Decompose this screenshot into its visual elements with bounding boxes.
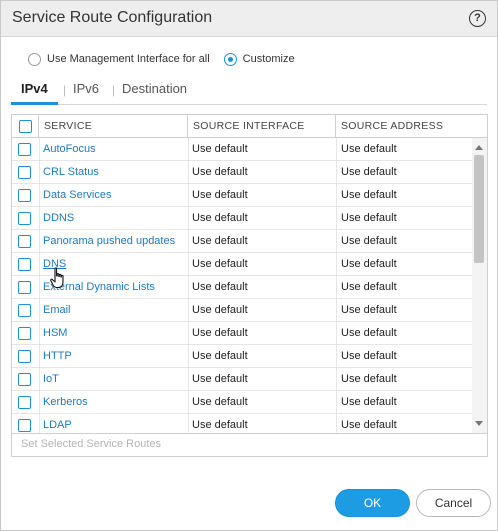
- row-checkbox[interactable]: [18, 419, 31, 432]
- service-link[interactable]: IoT: [43, 368, 59, 391]
- radio-customize[interactable]: Customize: [223, 52, 295, 66]
- service-link[interactable]: Kerberos: [43, 391, 88, 414]
- source-address-cell: Use default: [341, 143, 397, 155]
- row-checkbox[interactable]: [18, 235, 31, 248]
- row-checkbox[interactable]: [18, 212, 31, 225]
- dialog-title: Service Route Configuration: [12, 9, 213, 26]
- source-address-cell: Use default: [341, 235, 397, 247]
- source-interface-cell: Use default: [192, 258, 248, 270]
- source-interface-cell: Use default: [192, 373, 248, 385]
- row-checkbox[interactable]: [18, 304, 31, 317]
- table-row: Email Use default Use default: [12, 299, 472, 322]
- radio-use-management[interactable]: Use Management Interface for all: [28, 52, 210, 66]
- service-link[interactable]: LDAP: [43, 414, 72, 433]
- table-row: LDAP Use default Use default: [12, 414, 472, 433]
- table-scrollbar[interactable]: [472, 138, 487, 433]
- table-row: AutoFocus Use default Use default: [12, 138, 472, 161]
- source-address-cell: Use default: [341, 189, 397, 201]
- source-interface-cell: Use default: [192, 419, 248, 431]
- tab-ipv6[interactable]: IPv6: [73, 81, 99, 105]
- column-header-service[interactable]: SERVICE: [39, 115, 188, 138]
- service-link[interactable]: DDNS: [43, 207, 74, 230]
- tab-ipv4[interactable]: IPv4: [11, 81, 58, 105]
- service-link[interactable]: CRL Status: [43, 161, 99, 184]
- source-interface-cell: Use default: [192, 304, 248, 316]
- source-address-cell: Use default: [341, 350, 397, 362]
- source-interface-cell: Use default: [192, 235, 248, 247]
- row-checkbox[interactable]: [18, 373, 31, 386]
- select-all-checkbox[interactable]: [19, 120, 32, 133]
- row-checkbox[interactable]: [18, 258, 31, 271]
- source-interface-cell: Use default: [192, 396, 248, 408]
- source-address-cell: Use default: [341, 281, 397, 293]
- source-address-cell: Use default: [341, 419, 397, 431]
- set-selected-routes-button[interactable]: Set Selected Service Routes: [21, 438, 161, 450]
- source-interface-cell: Use default: [192, 166, 248, 178]
- table-row: IoT Use default Use default: [12, 368, 472, 391]
- table-row: Data Services Use default Use default: [12, 184, 472, 207]
- help-icon[interactable]: ?: [469, 10, 486, 27]
- source-address-cell: Use default: [341, 373, 397, 385]
- scrollbar-thumb[interactable]: [474, 155, 484, 263]
- source-interface-cell: Use default: [192, 327, 248, 339]
- source-interface-cell: Use default: [192, 212, 248, 224]
- ok-button[interactable]: OK: [335, 489, 410, 517]
- service-route-table: SERVICE SOURCE INTERFACE SOURCE ADDRESS …: [11, 114, 488, 457]
- source-interface-cell: Use default: [192, 281, 248, 293]
- select-all-cell: [12, 115, 39, 138]
- column-header-source-interface[interactable]: SOURCE INTERFACE: [188, 115, 336, 138]
- radio-circle-icon: [28, 52, 41, 66]
- hand-pointer-icon: [50, 267, 64, 289]
- source-address-cell: Use default: [341, 327, 397, 339]
- service-link[interactable]: AutoFocus: [43, 138, 96, 161]
- source-interface-cell: Use default: [192, 143, 248, 155]
- table-row: CRL Status Use default Use default: [12, 161, 472, 184]
- tab-destination[interactable]: Destination: [122, 81, 187, 105]
- dialog-titlebar: Service Route Configuration ?: [1, 1, 497, 37]
- table-row: Panorama pushed updates Use default Use …: [12, 230, 472, 253]
- radio-customize-label: Customize: [242, 53, 295, 65]
- mode-radio-group: Use Management Interface for all Customi…: [28, 51, 309, 67]
- source-address-cell: Use default: [341, 396, 397, 408]
- source-address-cell: Use default: [341, 304, 397, 316]
- source-address-cell: Use default: [341, 166, 397, 178]
- source-address-cell: Use default: [341, 212, 397, 224]
- row-checkbox[interactable]: [18, 396, 31, 409]
- scroll-up-arrow-icon[interactable]: [475, 145, 483, 150]
- service-link[interactable]: Panorama pushed updates: [43, 230, 175, 253]
- source-interface-cell: Use default: [192, 189, 248, 201]
- scroll-down-arrow-icon[interactable]: [475, 421, 483, 426]
- table-row: DNS Use default Use default: [12, 253, 472, 276]
- table-row: External Dynamic Lists Use default Use d…: [12, 276, 472, 299]
- column-header-source-address[interactable]: SOURCE ADDRESS: [336, 115, 487, 138]
- cancel-button[interactable]: Cancel: [416, 489, 491, 517]
- table-row: Kerberos Use default Use default: [12, 391, 472, 414]
- table-row: HSM Use default Use default: [12, 322, 472, 345]
- row-checkbox[interactable]: [18, 166, 31, 179]
- row-checkbox[interactable]: [18, 281, 31, 294]
- radio-use-management-label: Use Management Interface for all: [47, 53, 210, 65]
- table-header: SERVICE SOURCE INTERFACE SOURCE ADDRESS: [12, 115, 487, 138]
- service-link[interactable]: HTTP: [43, 345, 72, 368]
- row-checkbox[interactable]: [18, 143, 31, 156]
- table-row: HTTP Use default Use default: [12, 345, 472, 368]
- service-link[interactable]: HSM: [43, 322, 67, 345]
- service-route-dialog: Service Route Configuration ? Use Manage…: [0, 0, 498, 531]
- table-row: DDNS Use default Use default: [12, 207, 472, 230]
- source-interface-cell: Use default: [192, 350, 248, 362]
- table-footer: Set Selected Service Routes: [12, 433, 487, 456]
- service-link[interactable]: Email: [43, 299, 71, 322]
- row-checkbox[interactable]: [18, 350, 31, 363]
- radio-selected-icon: [223, 52, 237, 66]
- source-address-cell: Use default: [341, 258, 397, 270]
- tab-separator: |: [63, 83, 67, 97]
- row-checkbox[interactable]: [18, 327, 31, 340]
- table-body: AutoFocus Use default Use default CRL St…: [12, 138, 487, 433]
- row-checkbox[interactable]: [18, 189, 31, 202]
- service-link[interactable]: Data Services: [43, 184, 111, 207]
- protocol-tabs: IPv4 | IPv6 | Destination: [11, 79, 487, 105]
- tab-separator: |: [112, 83, 116, 97]
